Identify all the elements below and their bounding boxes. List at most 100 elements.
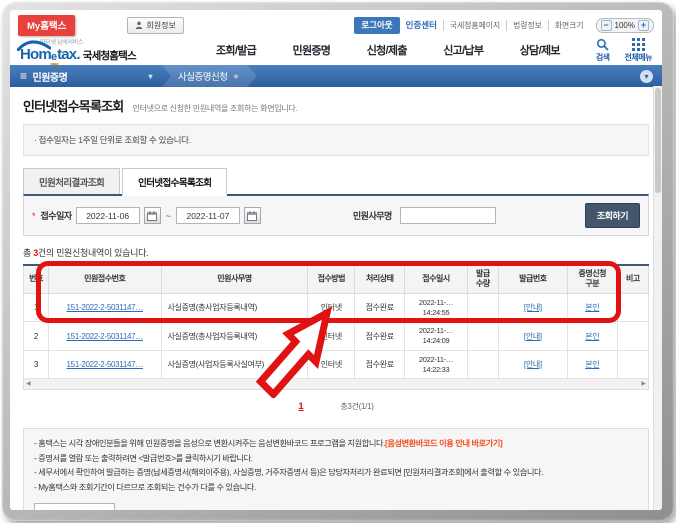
receipt-number-link[interactable]: 151-2022-2-5031147… (67, 332, 144, 341)
footer-note-text: - 홈택스는 시각 장애인분들을 위해 민원증명을 음성으로 변환시켜주는 음성… (34, 439, 386, 449)
cell-task-name: 사실증명(사업자등록사실여부) (160, 349, 309, 380)
col-datetime: 접수일시 (404, 265, 468, 294)
logout-button[interactable]: 로그아웃 (354, 16, 400, 34)
nav-civil-cert[interactable]: 민원증명 (293, 42, 331, 58)
tab-civil-result-inquiry[interactable]: 민원처리결과조회 (23, 168, 121, 194)
cell-datetime: 2022-11-… 14:22:33 (404, 349, 468, 380)
receipt-number-link[interactable]: 151-2022-2-5031147… (67, 303, 144, 312)
link-nts-homepage[interactable]: 국세청홈페이지 (442, 19, 506, 31)
date-to-calendar-button[interactable] (243, 207, 261, 224)
link-law-info[interactable]: 법령정보 (506, 19, 548, 31)
nav-report-pay[interactable]: 신고/납부 (443, 42, 484, 58)
search-label: 검색 (595, 52, 610, 62)
issue-guide-link[interactable]: [안내] (524, 303, 542, 312)
scroll-left-icon[interactable]: ◀ (26, 381, 31, 387)
cell-no: 3 (23, 349, 49, 380)
search-icon (597, 38, 609, 51)
cell-task-name: 사실증명(총사업자등록내역) (160, 321, 309, 351)
zoom-control: − 100% + (595, 17, 654, 33)
all-menu-button[interactable]: 전체메뉴 (625, 37, 653, 63)
collapse-chevron-icon[interactable]: ▾ (640, 69, 653, 83)
col-qty: 발급 수량 (466, 265, 500, 294)
cell-issue-no: [안내] (498, 292, 568, 323)
date-from-calendar-button[interactable] (143, 207, 161, 224)
nav-consult-report[interactable]: 상담/제보 (520, 42, 561, 58)
person-icon (136, 21, 143, 29)
cell-date: 2022-11-… (418, 297, 454, 307)
cell-issue-no: [안내] (498, 349, 568, 380)
roof-icon (17, 40, 51, 51)
col-receipt-no: 민원접수번호 (48, 265, 162, 294)
content-area: 인터넷접수목록조회 인터넷으로 신청한 민원내역을 조회하는 화면입니다. · … (10, 96, 662, 510)
col-issue-no: 발급번호 (498, 265, 568, 294)
apply-type-link[interactable]: 본인 (585, 360, 599, 369)
site-header: 인터넷 납세서비스 Hom e tax. 국세청홈택스 조회/발급 민원증명 신청/… (10, 35, 662, 65)
vertical-scrollbar[interactable] (653, 86, 662, 510)
search-button[interactable]: 검색 (596, 38, 610, 63)
nav-inquiry-issue[interactable]: 조회/발급 (216, 42, 257, 58)
cell-issue-no: [안내] (498, 321, 568, 351)
civil-task-name-input[interactable] (399, 207, 496, 224)
cell-note (616, 349, 650, 380)
receipt-number-link[interactable]: 151-2022-2-5031147… (67, 360, 144, 369)
issue-guide-link[interactable]: [안내] (524, 332, 542, 341)
col-note: 비고 (616, 265, 650, 294)
member-info-label: 회원정보 (146, 20, 176, 30)
logo-text-en-2: tax. (57, 46, 80, 63)
summary-suffix: 건의 민원신청내역이 있습니다. (37, 248, 149, 258)
footer-note: - My홈택스와 조회기간이 다르므로 조회되는 건수가 다를 수 있습니다. (34, 483, 256, 493)
cert-center-button[interactable]: 인증센터 (406, 19, 437, 31)
zoom-in-button[interactable]: + (638, 19, 649, 31)
more-guide-button[interactable]: 안내사항 더보기 + (34, 502, 116, 510)
col-no: 번호 (23, 265, 49, 294)
calendar-icon (247, 210, 258, 221)
cell-method: 인터넷 (307, 292, 356, 323)
tab-internet-receipt-list[interactable]: 인터넷접수목록조회 (122, 168, 228, 196)
footer-note: - 증명서를 열람 또는 출력하려면 <발급번호>를 클릭하시기 바랍니다. (34, 453, 253, 463)
issue-guide-link[interactable]: [안내] (524, 360, 542, 369)
section-label: 민원증명 (32, 72, 68, 84)
page-subtitle: 인터넷으로 신청한 민원내역을 조회하는 화면입니다. (132, 104, 298, 113)
scroll-right-icon[interactable]: ▶ (641, 381, 646, 387)
col-method: 접수방법 (307, 265, 356, 294)
breadcrumb[interactable]: 사실증명신청 ★ (162, 65, 257, 87)
zoom-level: 100% (614, 20, 635, 30)
cell-time: 14:24:55 (422, 307, 450, 317)
horizontal-scrollbar[interactable]: ◀ ▶ (23, 379, 649, 391)
cell-apply-type: 본인 (566, 292, 618, 323)
nav-apply-submit[interactable]: 신청/제출 (367, 42, 408, 58)
member-info-button[interactable]: 회원정보 (127, 16, 184, 34)
cell-note (616, 321, 650, 351)
cell-qty (466, 292, 500, 323)
zoom-out-button[interactable]: − (600, 19, 612, 31)
inquiry-button[interactable]: 조회하기 (584, 203, 640, 228)
cell-time: 14:22:33 (422, 364, 450, 374)
voice-barcode-guide-link[interactable]: [음성변환바코드 이용 안내 바로가기] (385, 439, 503, 448)
favorite-star-icon[interactable]: ★ (232, 72, 239, 81)
pagination-total: 총3건(1/1) (340, 402, 374, 412)
date-from-input[interactable] (75, 207, 140, 224)
grid-menu-icon (631, 37, 645, 51)
col-task-name: 민원사무명 (160, 265, 309, 294)
logo-text-kr: 국세청홈택스 (82, 50, 137, 62)
cell-time: 14:24:09 (422, 336, 450, 346)
cell-no: 1 (23, 292, 49, 323)
date-range-label: 접수일자 (40, 211, 73, 221)
filter-bar: * 접수일자 ~ 민원사무명 조회하기 (23, 194, 649, 236)
hometax-logo[interactable]: 인터넷 납세서비스 Hom e tax. 국세청홈택스 (17, 37, 172, 65)
section-dropdown[interactable]: ≡ 민원증명 ▾ (10, 69, 162, 84)
page-number-1[interactable]: 1 (298, 401, 303, 412)
notice-box: · 접수일자는 1주일 단위로 조회할 수 있습니다. (23, 124, 649, 156)
screenshot-root: My홈택스 회원정보 로그아웃 인증센터 국세청홈페이지 법령정보 화면크기 −… (0, 0, 676, 523)
my-hometax-button[interactable]: My홈택스 (18, 14, 76, 36)
date-to-input[interactable] (175, 207, 240, 224)
cell-datetime: 2022-11-… 14:24:55 (404, 292, 468, 323)
apply-type-link[interactable]: 본인 (585, 303, 599, 312)
date-range-tilde: ~ (165, 210, 171, 221)
page-title: 인터넷접수목록조회 (23, 99, 124, 114)
footer-note: - 홈택스는 시각 장애인분들을 위해 민원증명을 음성으로 변환시켜주는 음성… (34, 437, 638, 452)
scrollbar-thumb[interactable] (655, 88, 661, 193)
cell-status: 접수완료 (354, 292, 406, 323)
apply-type-link[interactable]: 본인 (585, 332, 599, 341)
cell-apply-type: 본인 (566, 349, 618, 380)
